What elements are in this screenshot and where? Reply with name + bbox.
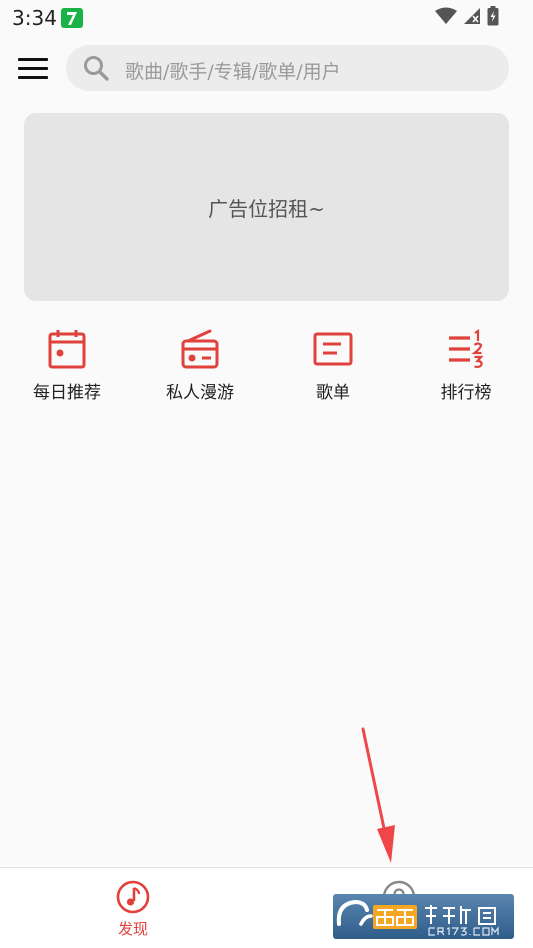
hamburger-menu-icon[interactable] (12, 52, 54, 84)
ad-banner[interactable]: 广告位招租~ (24, 113, 509, 301)
search-input[interactable]: 歌曲/歌手/专辑/歌单/用户 (66, 45, 509, 91)
tab-discover[interactable]: 发现 (73, 868, 193, 948)
app-notification-badge (61, 8, 83, 28)
status-time: 3:34 (12, 6, 57, 30)
banner-text: 广告位招租~ (208, 196, 325, 221)
wifi-icon (435, 7, 457, 29)
private-fm-button[interactable]: 私人漫游 (140, 326, 260, 406)
battery-charging-icon (487, 6, 499, 30)
tab-discover-label: 发现 (117, 920, 148, 938)
playlist-button[interactable]: 歌单 (273, 326, 393, 406)
quick-entry-label: 私人漫游 (166, 383, 234, 403)
status-bar: 3:34 (0, 0, 533, 36)
quick-entry-label: 歌单 (316, 383, 350, 403)
playlist-icon (313, 328, 353, 370)
radio-icon (180, 328, 220, 370)
cr173-watermark-logo (333, 894, 514, 939)
signal-no-sim-icon (463, 7, 481, 29)
search-icon (82, 54, 110, 82)
app-screen: 3:34 歌曲/歌手/专辑/歌单/用户 广告位招租~ 每日推荐 私人漫游 歌单 … (0, 0, 533, 948)
music-note-icon (116, 880, 150, 914)
quick-entry-label: 排行榜 (440, 383, 492, 403)
search-placeholder: 歌曲/歌手/专辑/歌单/用户 (125, 61, 341, 83)
calendar-icon (47, 328, 87, 370)
quick-entry-label: 每日推荐 (33, 383, 101, 403)
status-icons (435, 6, 499, 30)
daily-recommend-button[interactable]: 每日推荐 (7, 326, 127, 406)
ranking-button[interactable]: 排行榜 (406, 326, 526, 406)
annotation-arrow (361, 727, 395, 863)
ranking-icon (446, 328, 486, 370)
